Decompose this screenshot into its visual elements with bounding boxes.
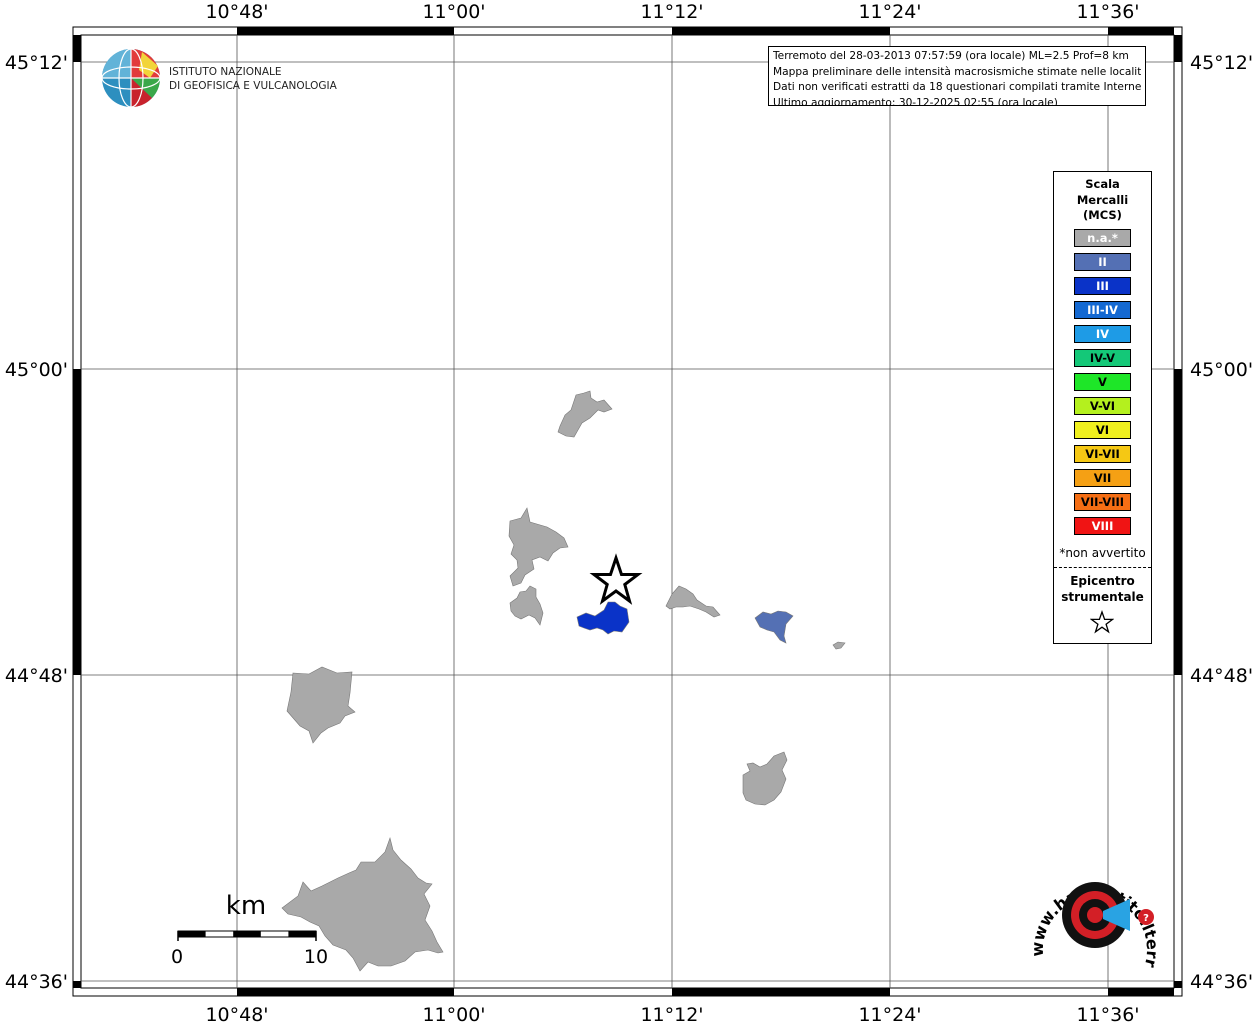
info-line-1: Terremoto del 28-03-2013 07:57:59 (ora l…	[773, 50, 1129, 62]
scale-end-label: 10	[304, 946, 328, 968]
legend-note: *non avvertito	[1059, 546, 1146, 560]
lon-label: 11°12'	[640, 1, 703, 23]
legend-item: n.a.*	[1074, 229, 1131, 247]
legend-item: VIII	[1074, 517, 1131, 535]
lon-label: 11°24'	[858, 1, 921, 23]
bottom-lon-labels: 10°48' 11°00' 11°12' 11°24' 11°36'	[205, 1004, 1139, 1024]
earthquake-info-box: Terremoto del 28-03-2013 07:57:59 (ora l…	[768, 46, 1146, 106]
globe-icon	[101, 48, 161, 108]
left-lat-labels: 45°12' 45°00' 44°48' 44°36'	[5, 52, 68, 993]
legend-item: V-VI	[1074, 397, 1131, 415]
lon-label: 11°00'	[422, 1004, 485, 1024]
legend-item: III-IV	[1074, 301, 1131, 319]
legend-title: Scala Mercalli (MCS)	[1054, 177, 1151, 224]
lat-label: 44°48'	[1190, 665, 1253, 687]
lon-label: 11°00'	[422, 1, 485, 23]
lon-label: 10°48'	[205, 1004, 268, 1024]
lat-label: 45°00'	[5, 359, 68, 381]
lon-label: 11°12'	[640, 1004, 703, 1024]
lat-label: 45°12'	[5, 52, 68, 74]
legend-title-line-1: Scala	[1085, 177, 1120, 191]
mercalli-legend: Scala Mercalli (MCS) n.a.* II III III-IV IV I…	[1053, 171, 1152, 644]
legend-item: V	[1074, 373, 1131, 391]
legend-item: III	[1074, 277, 1131, 295]
lon-label: 11°24'	[858, 1004, 921, 1024]
legend-item: VII	[1074, 469, 1131, 487]
lat-label: 44°48'	[5, 665, 68, 687]
legend-item: IV	[1074, 325, 1131, 343]
lat-label: 45°12'	[1190, 52, 1253, 74]
legend-item: VII-VIII	[1074, 493, 1131, 511]
logo-line-2: DI GEOFISICA E VULCANOLOGIA	[169, 80, 338, 92]
legend-item: IV-V	[1074, 349, 1131, 367]
lon-label: 11°36'	[1076, 1, 1139, 23]
scale-start-label: 0	[171, 946, 183, 968]
right-lat-labels: 45°12' 45°00' 44°48' 44°36'	[1190, 52, 1253, 993]
top-lon-labels: 10°48' 11°00' 11°12' 11°24' 11°36'	[205, 1, 1139, 23]
info-line-2: Mappa preliminare delle intensità macros…	[773, 65, 1141, 78]
question-icon: ?	[1143, 913, 1149, 924]
lon-label: 11°36'	[1076, 1004, 1139, 1024]
lat-label: 45°00'	[1190, 359, 1253, 381]
scale-unit: km	[226, 891, 266, 921]
legend-epicenter-line-1: Epicentro	[1070, 574, 1135, 588]
legend-item: VI-VII	[1074, 445, 1131, 463]
legend-epicenter-line-2: strumentale	[1061, 590, 1144, 604]
legend-separator	[1054, 567, 1151, 568]
lon-label: 10°48'	[205, 1, 268, 23]
legend-star-icon	[1090, 610, 1114, 634]
info-line-3: Dati non verificati estratti da 18 quest…	[773, 81, 1141, 93]
map-inner-frame	[80, 34, 1175, 989]
legend-item: II	[1074, 253, 1131, 271]
legend-item: VI	[1074, 421, 1131, 439]
legend-title-line-3: (MCS)	[1083, 208, 1122, 222]
lat-label: 44°36'	[1190, 971, 1253, 993]
info-line-4: Ultimo aggiornamento: 30-12-2025 02:55 (…	[773, 96, 1058, 106]
logo-line-1: ISTITUTO NAZIONALE	[169, 66, 282, 78]
legend-epicenter-label: Epicentro strumentale	[1054, 573, 1151, 605]
lat-label: 44°36'	[5, 971, 68, 993]
legend-title-line-2: Mercalli	[1076, 192, 1129, 207]
